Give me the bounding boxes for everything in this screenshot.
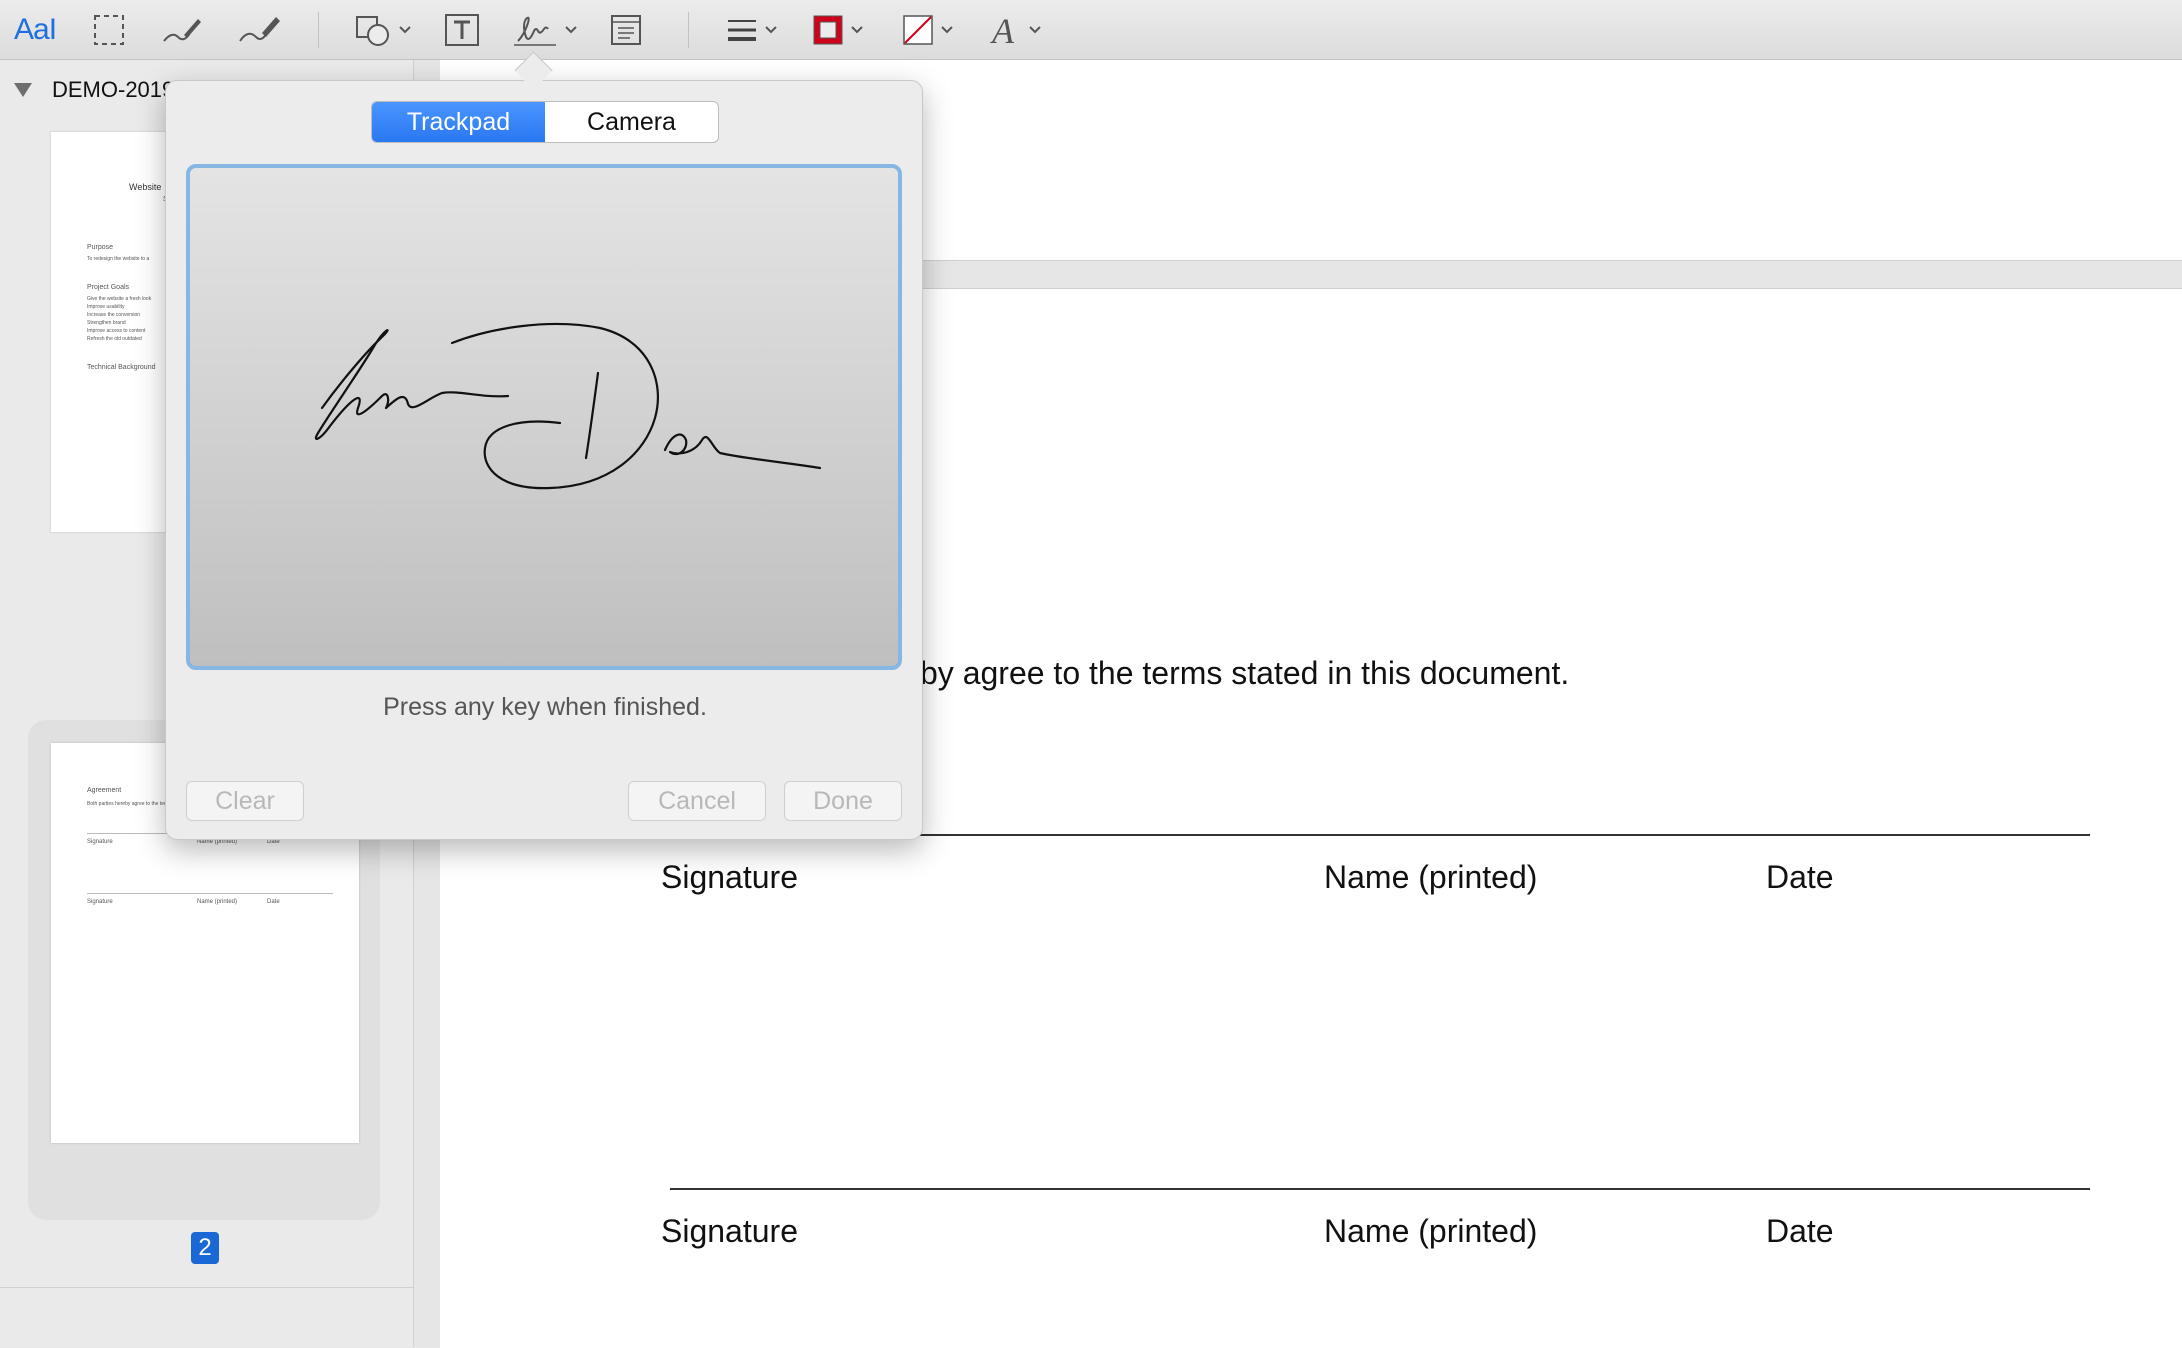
note-tool[interactable] bbox=[610, 8, 642, 52]
chevron-down-icon bbox=[565, 26, 577, 34]
thumb-text: Increase the conversion bbox=[87, 312, 141, 318]
cancel-button[interactable]: Cancel bbox=[628, 781, 766, 821]
fill-color-icon bbox=[903, 15, 933, 45]
shapes-icon bbox=[356, 16, 389, 46]
text-style-icon: A bbox=[990, 12, 1015, 48]
thumb-text: Signature bbox=[87, 839, 113, 845]
markup-toolbar: AaI A bbox=[0, 0, 2182, 60]
chevron-down-icon bbox=[765, 26, 777, 34]
thumb-text: Project Goals bbox=[87, 284, 130, 291]
shapes-tool[interactable] bbox=[354, 8, 412, 52]
thumb-text: Both parties hereby agree to the terms bbox=[87, 801, 173, 807]
border-color-icon bbox=[813, 15, 843, 45]
text-box-icon bbox=[445, 14, 479, 46]
shape-style-tool[interactable] bbox=[726, 8, 778, 52]
thumb-text: Website bbox=[129, 182, 162, 192]
text-cursor-glyph: I bbox=[48, 13, 57, 46]
thumb-text: To redesign the website to a bbox=[87, 256, 150, 262]
done-button[interactable]: Done bbox=[784, 781, 902, 821]
clear-button[interactable]: Clear bbox=[186, 781, 304, 821]
thumb-text: Improve usability bbox=[87, 304, 125, 310]
sidebar-divider bbox=[0, 1287, 413, 1288]
chevron-down-icon bbox=[851, 26, 863, 34]
agreement-text: by agree to the terms stated in this doc… bbox=[920, 655, 1570, 691]
capture-mode-segmented-control: Trackpad Camera bbox=[371, 101, 719, 143]
text-style-tool[interactable]: A bbox=[988, 8, 1042, 52]
sketch-tool[interactable] bbox=[160, 8, 202, 52]
toolbar-separator bbox=[688, 12, 689, 48]
handwritten-signature-stroke bbox=[314, 322, 822, 490]
sketch-icon bbox=[163, 19, 201, 42]
text-box-tool[interactable] bbox=[444, 8, 480, 52]
name-printed-label: Name (printed) bbox=[1324, 859, 1538, 895]
rectangular-selection-tool[interactable] bbox=[92, 8, 126, 52]
page-number-badge: 2 bbox=[191, 1232, 219, 1264]
signature-hint: Press any key when finished. bbox=[383, 693, 707, 721]
toolbar-separator bbox=[318, 12, 319, 48]
text-selection-label: Aa bbox=[14, 13, 50, 46]
thumb-text: Refresh the old outdated bbox=[87, 336, 142, 342]
thumb-text: Agreement bbox=[87, 787, 122, 794]
thumb-text: Give the website a fresh look bbox=[87, 296, 152, 302]
chevron-down-icon bbox=[399, 26, 411, 34]
draw-icon bbox=[239, 17, 280, 42]
signature-line bbox=[670, 1188, 2090, 1190]
signature-popover: Trackpad Camera Press any key when finis… bbox=[165, 80, 923, 840]
rectangular-selection-icon bbox=[94, 15, 124, 45]
thumb-text: Improve access to content bbox=[87, 328, 146, 334]
text-selection-icon: AaI bbox=[14, 13, 57, 47]
thumb-line bbox=[87, 893, 333, 894]
shape-style-icon bbox=[728, 20, 756, 41]
date-label: Date bbox=[1766, 1213, 1834, 1249]
signature-icon bbox=[514, 16, 556, 46]
svg-text:A: A bbox=[990, 12, 1015, 48]
text-selection-tool[interactable]: AaI bbox=[14, 8, 57, 52]
signature-tool[interactable] bbox=[512, 8, 578, 52]
thumb-text: Technical Background bbox=[87, 364, 156, 371]
border-color-tool[interactable] bbox=[812, 8, 864, 52]
signature-label: Signature bbox=[661, 1213, 798, 1249]
chevron-down-icon bbox=[941, 26, 953, 34]
chevron-down-icon bbox=[1029, 26, 1041, 34]
disclosure-triangle-icon[interactable] bbox=[14, 83, 32, 97]
fill-color-tool[interactable] bbox=[902, 8, 954, 52]
thumb-text: Name (printed) bbox=[197, 899, 238, 905]
tab-trackpad[interactable]: Trackpad bbox=[372, 102, 545, 142]
signature-label: Signature bbox=[661, 859, 798, 895]
thumb-text: Strengthen brand bbox=[87, 320, 126, 326]
draw-tool[interactable] bbox=[236, 8, 282, 52]
thumb-text: Date bbox=[267, 899, 280, 905]
thumb-text: Signature bbox=[87, 899, 113, 905]
note-icon bbox=[611, 15, 641, 45]
thumb-text: Purpose bbox=[87, 244, 114, 251]
signature-drawing-pad[interactable] bbox=[186, 164, 902, 670]
name-printed-label: Name (printed) bbox=[1324, 1213, 1538, 1249]
tab-camera[interactable]: Camera bbox=[545, 102, 718, 142]
date-label: Date bbox=[1766, 859, 1834, 895]
